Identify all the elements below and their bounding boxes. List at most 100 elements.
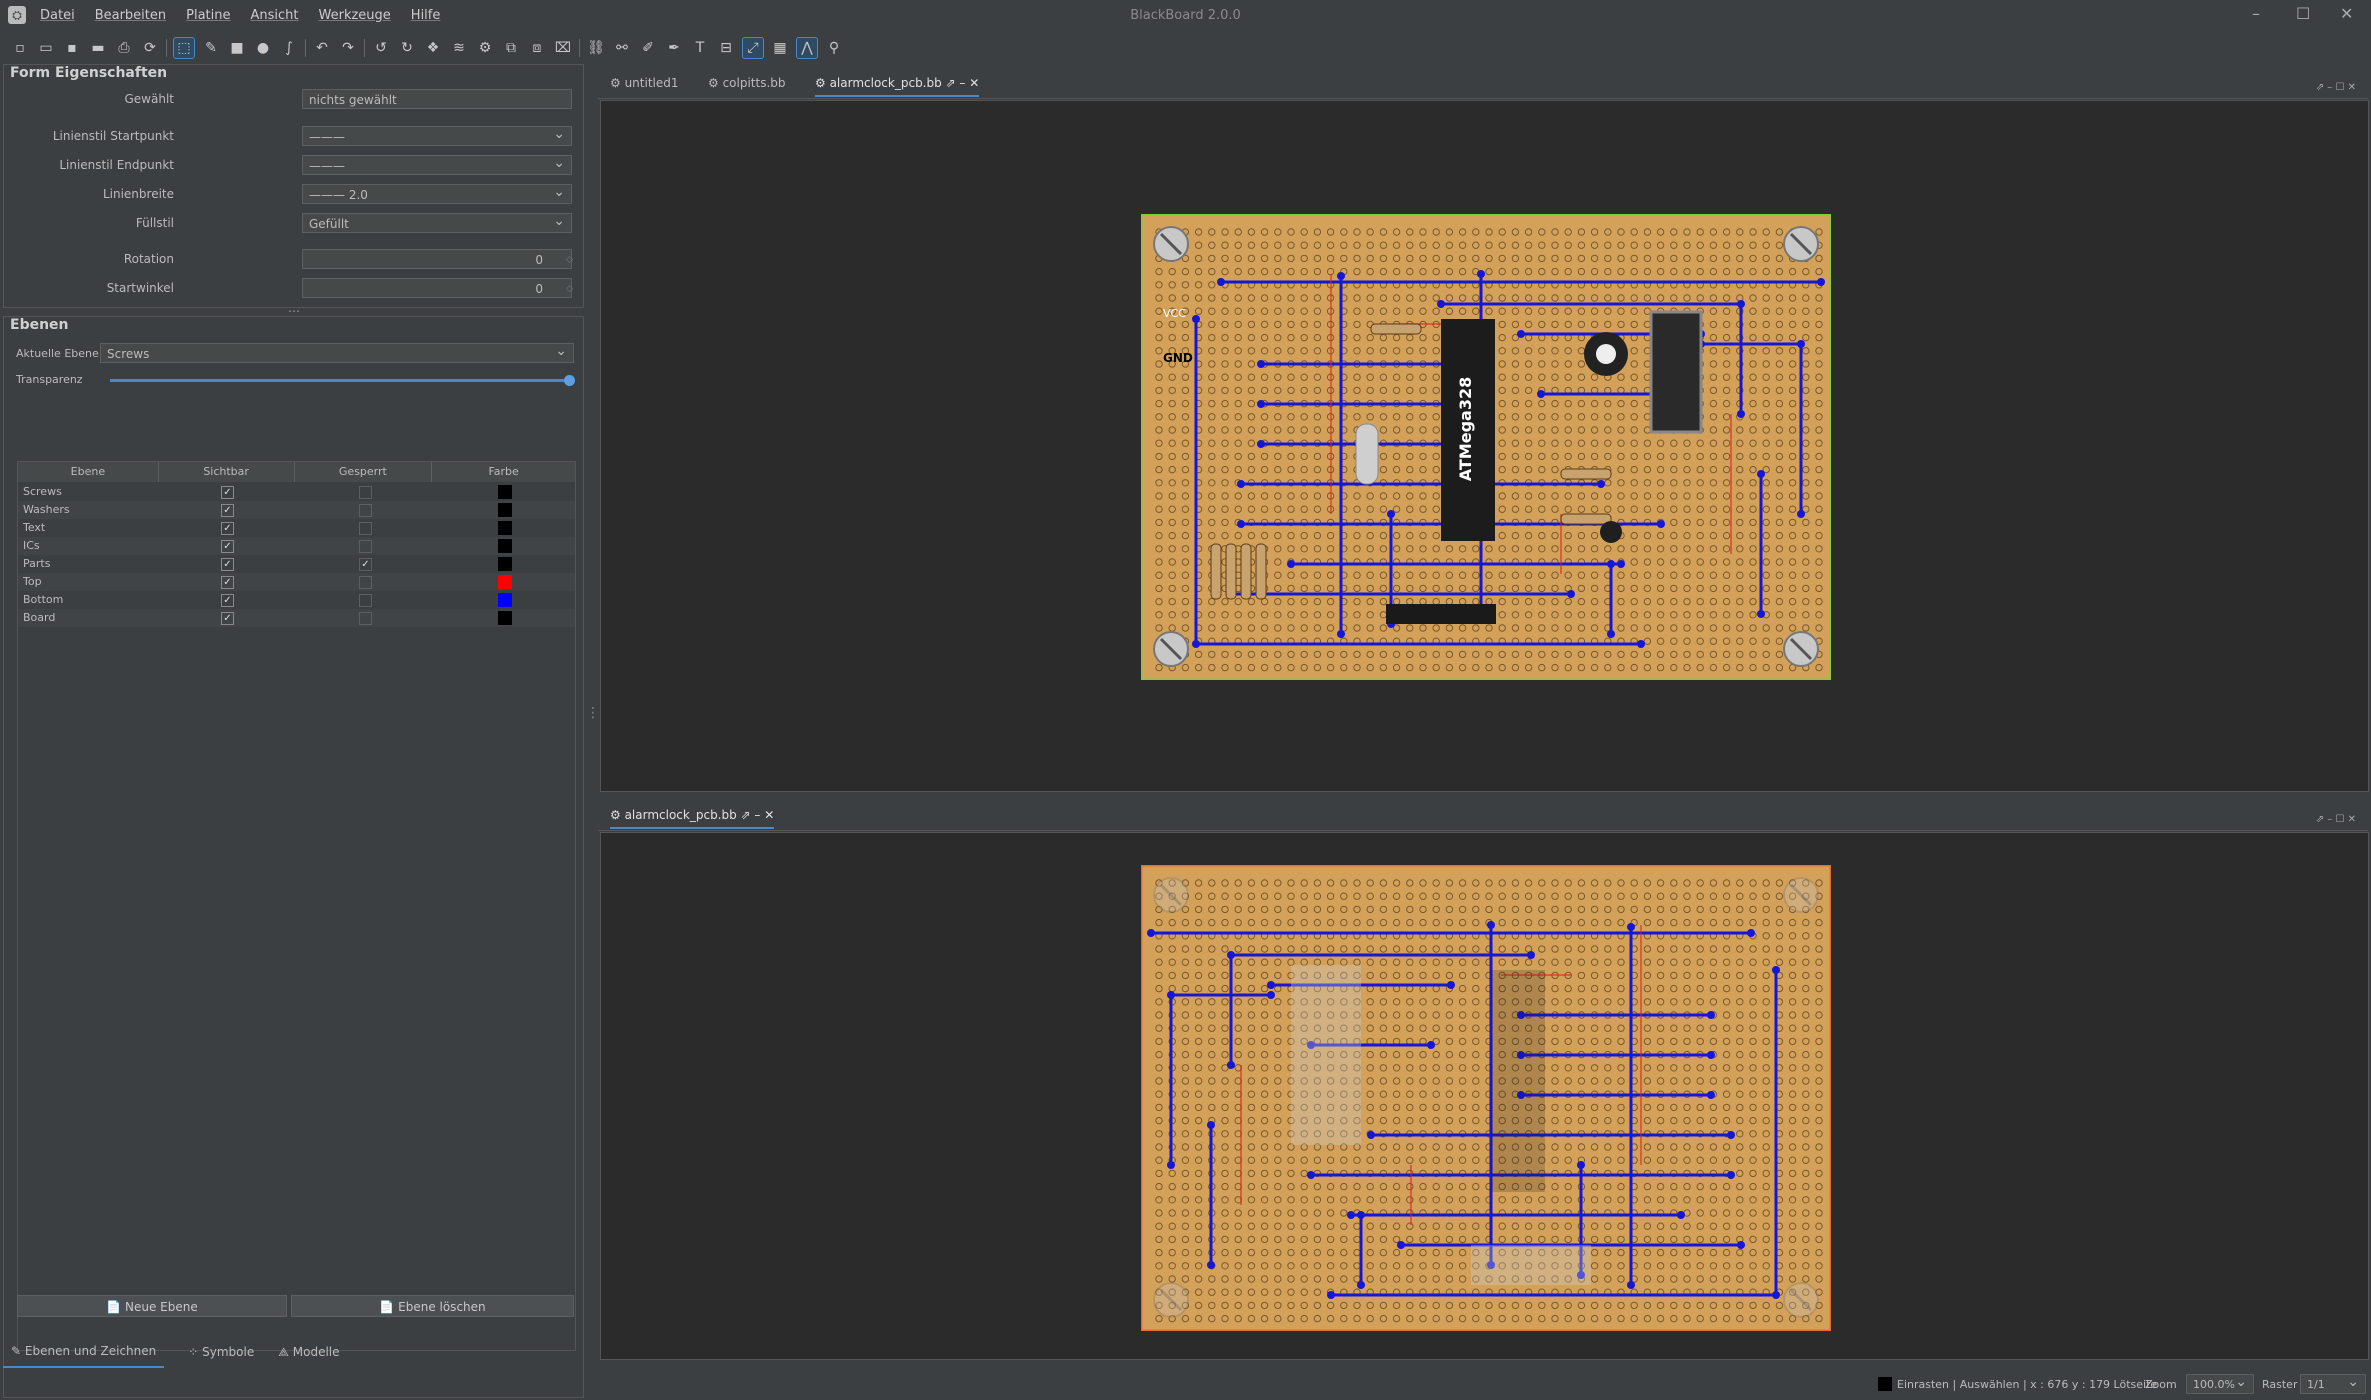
layer-row[interactable]: Screws ✓ [18,483,575,501]
locked-checkbox[interactable] [359,540,372,553]
undo-icon[interactable]: ↶ [312,38,332,58]
disconnect-icon[interactable]: ⚯ [612,38,632,58]
layer-row[interactable]: Board ✓ [18,609,575,627]
col-color[interactable]: Farbe [432,462,575,482]
editor-window-controls-icon[interactable]: ⇗ – ☐ ✕ [2316,82,2356,93]
transparency-slider-knob[interactable] [564,375,575,386]
zoom-select[interactable]: 100.0% [2186,1372,2254,1394]
visible-checkbox[interactable]: ✓ [221,486,234,499]
line-end-select[interactable]: ——— [302,153,572,175]
tab-symbols[interactable]: ⁘ Symbole [188,1345,254,1359]
locked-checkbox[interactable] [359,594,372,607]
tab-alarmclock-bottom[interactable]: ⚙ alarmclock_pcb.bb ⇗ – ✕ [610,808,775,829]
layer-color-swatch[interactable] [498,521,512,535]
new-file-icon[interactable]: ▫ [10,38,30,58]
layer-color-swatch[interactable] [498,485,512,499]
circle-tool-icon[interactable]: ● [253,38,273,58]
rectangle-tool-icon[interactable]: ■ [227,38,247,58]
visible-checkbox[interactable]: ✓ [221,594,234,607]
print-icon[interactable]: ⎙ [114,38,134,58]
layer-row[interactable]: Parts ✓ ✓ [18,555,575,573]
layer-color-swatch[interactable] [498,593,512,607]
layer-row[interactable]: Top ✓ [18,573,575,591]
layer-row[interactable]: Washers ✓ [18,501,575,519]
layer-row[interactable]: ICs ✓ [18,537,575,555]
wire-tool-icon[interactable]: ∫ [279,38,299,58]
text-tool-icon[interactable]: T [690,38,710,58]
grid-icon[interactable]: ▦ [770,38,790,58]
layer-color-swatch[interactable] [498,557,512,571]
copy-icon[interactable]: ⧉ [501,38,521,58]
paste-icon[interactable]: ⧈ [527,38,547,58]
visible-checkbox[interactable]: ✓ [221,540,234,553]
layer-color-swatch[interactable] [498,503,512,517]
pcb-board-top-view[interactable]: ATMega328 VCC GND [1141,214,1831,680]
top-editor-canvas[interactable]: ATMega328 VCC GND [600,100,2369,792]
brush-icon[interactable]: ✐ [638,38,658,58]
layer-row[interactable]: Text ✓ [18,519,575,537]
locked-checkbox[interactable] [359,576,372,589]
pcb-board-bottom-view[interactable] [1141,865,1831,1331]
rotation-spinner[interactable]: 0 [302,249,573,270]
rotate-left-icon[interactable]: ↺ [371,38,391,58]
redo-icon[interactable]: ↷ [338,38,358,58]
rotate-right-icon[interactable]: ↻ [397,38,417,58]
locked-checkbox[interactable] [359,504,372,517]
layer-color-swatch[interactable] [498,575,512,589]
col-layer[interactable]: Ebene [18,462,159,482]
new-layer-button[interactable]: 📄 Neue Ebene [17,1295,287,1317]
line-start-select[interactable]: ——— [302,124,572,146]
select-tool-icon[interactable]: ⬚ [173,37,195,59]
close-icon[interactable]: ✕ [2340,4,2353,23]
start-angle-spinner[interactable]: 0 [302,278,573,299]
settings-icon[interactable]: ⚙ [475,38,495,58]
connect-icon[interactable]: ⛓ [586,38,606,58]
transparency-slider[interactable] [110,375,575,386]
save-as-icon[interactable]: ▬ [88,38,108,58]
delete-layer-button[interactable]: 📄 Ebene löschen [291,1295,574,1317]
group-icon[interactable]: ❖ [423,38,443,58]
grid-select[interactable]: 1/1 [2300,1372,2366,1394]
status-bar: Einrasten | Auswählen | x : 676 y : 179 … [0,1372,2371,1398]
tab-alarmclock-top[interactable]: ⚙ alarmclock_pcb.bb ⇗ – ✕ [815,76,980,97]
editor-window-controls-icon[interactable]: ⇗ – ☐ ✕ [2316,814,2356,825]
selected-field[interactable]: nichts gewählt [302,89,572,109]
pen-tool-icon[interactable]: ✎ [201,38,221,58]
maximize-icon[interactable]: ☐ [2296,4,2310,23]
mirror-icon[interactable]: ⋀ [796,37,818,59]
current-layer-select[interactable]: Screws [100,341,574,363]
bottom-editor-canvas[interactable] [600,832,2369,1360]
minimize-icon[interactable]: – [2252,4,2260,23]
visible-checkbox[interactable]: ✓ [221,522,234,535]
visible-checkbox[interactable]: ✓ [221,576,234,589]
locked-checkbox[interactable] [359,612,372,625]
tab-untitled1[interactable]: ⚙ untitled1 [610,76,679,90]
visible-checkbox[interactable]: ✓ [221,504,234,517]
tab-models[interactable]: ⟁ Modelle [278,1345,339,1360]
locked-checkbox[interactable] [359,522,372,535]
visible-checkbox[interactable]: ✓ [221,558,234,571]
line-width-select[interactable]: ——— 2.0 [302,182,572,204]
panel-splitter-icon[interactable]: ⋮ [586,705,600,721]
export-icon[interactable]: ⟳ [140,38,160,58]
fill-style-select[interactable]: Gefüllt [302,211,572,233]
tab-colpitts[interactable]: ⚙ colpitts.bb [708,76,786,90]
delete-icon[interactable]: ⌧ [553,38,573,58]
solder-icon[interactable]: ⚲ [824,38,844,58]
open-folder-icon[interactable]: ▭ [36,38,56,58]
layer-color-swatch[interactable] [498,611,512,625]
fit-view-icon[interactable]: ⤢ [742,37,764,59]
layer-color-swatch[interactable] [498,539,512,553]
save-icon[interactable]: ▪ [62,38,82,58]
visible-checkbox[interactable]: ✓ [221,612,234,625]
line-end-label: Linienstil Endpunkt [59,158,174,172]
layer-row[interactable]: Bottom ✓ [18,591,575,609]
tab-layers-drawing[interactable]: ✎ Ebenen und Zeichnen [3,1336,165,1368]
locked-checkbox[interactable]: ✓ [359,558,372,571]
needle-icon[interactable]: ✒ [664,38,684,58]
locked-checkbox[interactable] [359,486,372,499]
layers-icon[interactable]: ≋ [449,38,469,58]
col-locked[interactable]: Gesperrt [295,462,433,482]
component-icon[interactable]: ⊟ [716,38,736,58]
col-visible[interactable]: Sichtbar [159,462,295,482]
